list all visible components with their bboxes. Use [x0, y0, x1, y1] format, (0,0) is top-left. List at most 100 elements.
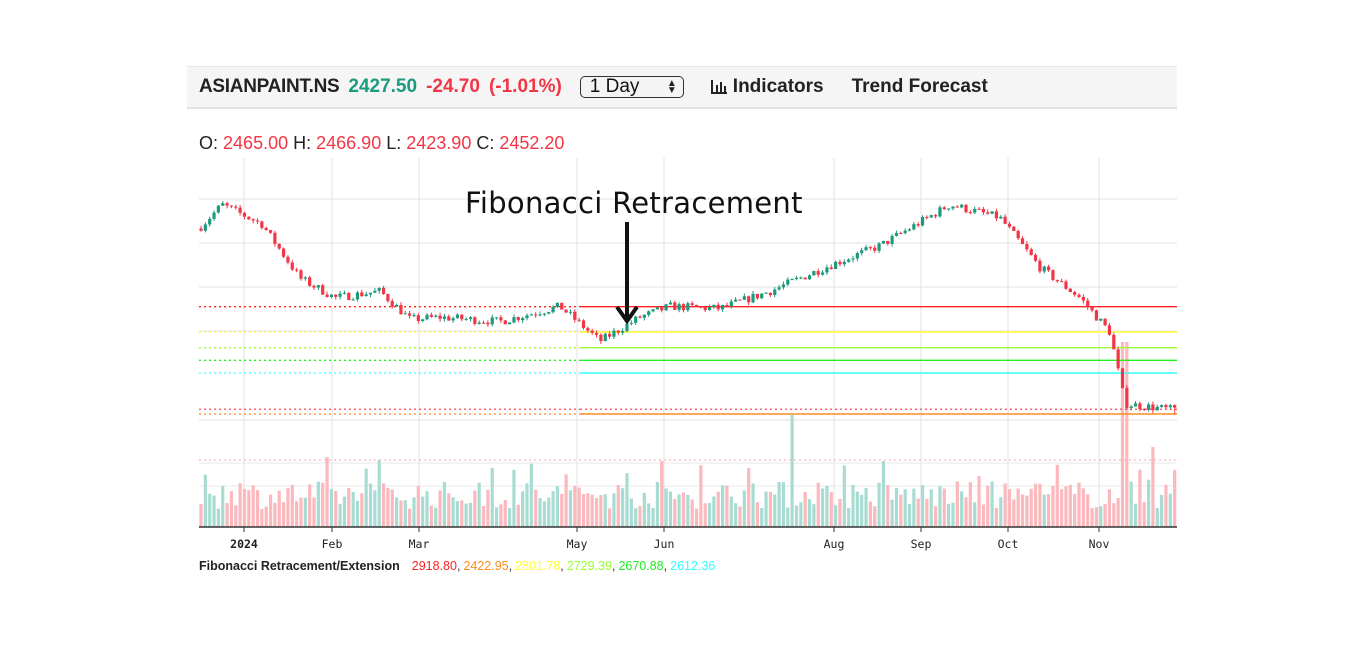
volume-bar: [460, 500, 464, 527]
candle-body: [694, 304, 699, 307]
candle-body: [1107, 325, 1112, 335]
candle-body: [738, 299, 742, 301]
volume-bar: [1064, 486, 1068, 527]
volume-bar: [255, 490, 260, 527]
candle-body: [851, 258, 855, 260]
candle-body: [377, 287, 381, 291]
volume-bar: [1077, 482, 1081, 527]
volume-bar: [1055, 464, 1059, 527]
candle-body: [477, 322, 481, 324]
volume-bar: [1042, 494, 1046, 527]
candle-body: [1090, 306, 1094, 311]
candle-body: [442, 316, 447, 319]
volume-bar: [1016, 488, 1020, 527]
volume-bar: [886, 485, 890, 527]
candle-body: [890, 235, 894, 244]
x-tick-label: Jun: [654, 537, 675, 551]
candle-body: [681, 304, 686, 311]
candle-body: [1138, 403, 1142, 410]
volume-bar: [673, 498, 677, 527]
volume-bar: [942, 488, 946, 527]
candle-body: [1033, 254, 1038, 261]
volume-bar: [486, 489, 490, 527]
volume-bar: [621, 488, 625, 527]
volume-bar: [742, 490, 746, 527]
candle-body: [303, 277, 307, 279]
volume-bar: [703, 503, 707, 527]
volume-bar: [829, 491, 833, 527]
candle-body: [342, 292, 347, 294]
candle-body: [212, 212, 216, 219]
volume-bar: [525, 483, 529, 527]
candle-body: [716, 304, 720, 310]
volume-bar: [1138, 469, 1142, 527]
volume-bar: [738, 506, 742, 527]
candle-body: [242, 212, 247, 217]
candle-body: [264, 227, 268, 231]
candle-body: [321, 285, 325, 295]
volume-bar: [825, 485, 829, 527]
candle-body: [886, 240, 890, 244]
candle-body: [721, 305, 725, 310]
volume-bar: [203, 474, 207, 527]
volume-bar: [599, 495, 603, 527]
candle-body: [712, 304, 716, 308]
candle-body: [764, 292, 768, 294]
candlestick-chart[interactable]: 2024 Feb Mar May Jun Aug Sep Oct Nov: [0, 0, 1366, 646]
candle-body: [868, 247, 872, 249]
volume-bar: [981, 504, 985, 527]
candle-body: [381, 287, 386, 295]
volume-bar: [1038, 483, 1042, 527]
volume-bar: [690, 499, 694, 527]
volume-bar: [1086, 494, 1090, 527]
candle-body: [1142, 409, 1146, 411]
candle-body: [416, 315, 420, 321]
volume-bar: [347, 488, 351, 527]
volume-bar: [734, 503, 738, 527]
volume-bar: [594, 498, 599, 527]
legend-value: 2422.95: [463, 559, 509, 573]
candle-body: [834, 261, 838, 270]
candle-body: [829, 267, 833, 270]
volume-bar: [412, 497, 416, 527]
volume-bar: [542, 501, 546, 527]
volume-bar: [790, 415, 794, 527]
candle-body: [873, 247, 877, 251]
volume-bar: [999, 497, 1003, 527]
volume-bar: [1125, 342, 1129, 527]
candle-body: [1081, 296, 1085, 301]
volume-bar: [712, 496, 716, 527]
volume-bar: [242, 488, 247, 527]
candle-body: [960, 204, 964, 208]
candle-body: [325, 294, 329, 297]
candle-body: [820, 272, 825, 275]
candle-body: [1012, 226, 1016, 231]
volume-bar: [768, 491, 773, 527]
candle-body: [538, 314, 542, 316]
candle-body: [777, 287, 781, 290]
candle-body: [634, 316, 638, 323]
volume-bar: [568, 490, 573, 527]
volume-bar: [368, 483, 373, 527]
volume-bar: [473, 490, 477, 527]
annotation-label: Fibonacci Retracement: [465, 186, 803, 220]
volume-bar: [403, 500, 407, 527]
volume-bar: [794, 505, 799, 527]
candle-body: [355, 292, 360, 300]
candle-body: [451, 318, 455, 321]
candle-body: [986, 212, 990, 214]
candle-body: [725, 305, 729, 307]
candle-body: [1168, 405, 1172, 408]
candle-body: [881, 240, 886, 244]
candle-body: [464, 318, 468, 320]
candle-body: [664, 304, 668, 311]
candle-body: [651, 309, 655, 312]
volume-bar: [603, 494, 607, 527]
volume-bar: [799, 502, 803, 527]
volume-bar: [760, 508, 764, 527]
candle-body: [312, 285, 316, 288]
candle-body: [460, 314, 464, 320]
candle-body: [999, 216, 1003, 219]
volume-bar: [968, 482, 972, 527]
candle-body: [555, 302, 560, 307]
